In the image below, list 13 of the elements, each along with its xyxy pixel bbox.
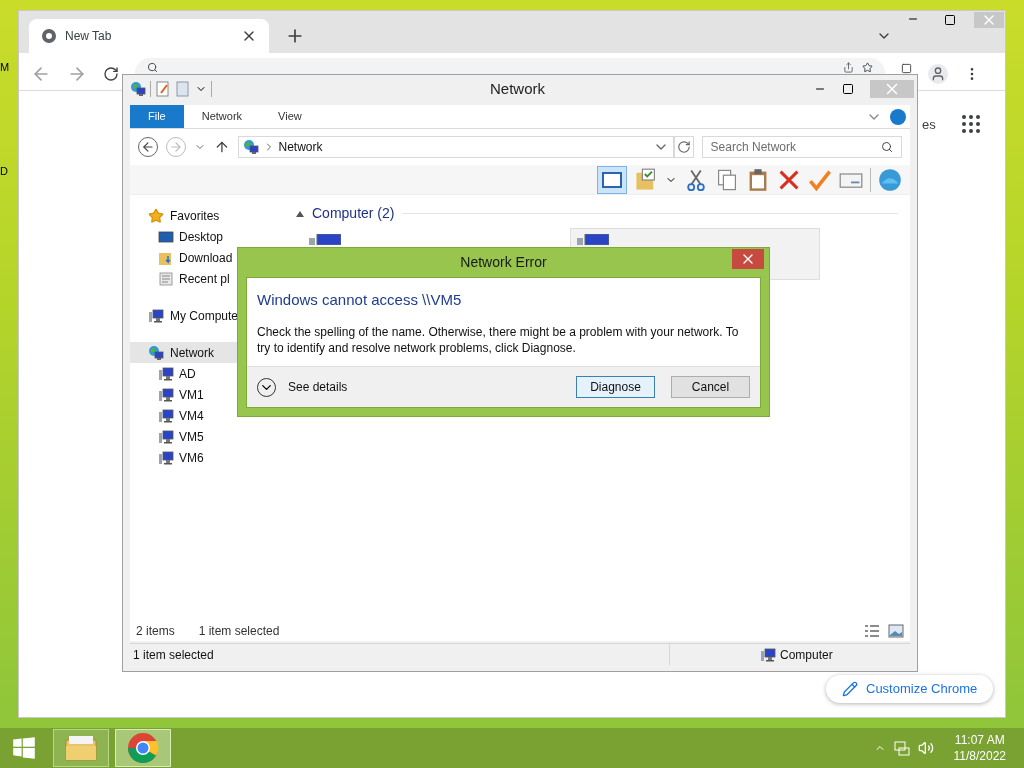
address-text: Network: [278, 139, 324, 156]
item-count: 2 items: [136, 623, 175, 640]
tab-title: New Tab: [65, 28, 113, 45]
dialog-heading: Windows cannot access \\VM5: [257, 290, 463, 310]
desktop-icon-label: M: [0, 60, 10, 75]
dialog-title: Network Error: [460, 253, 547, 272]
status-location: Computer: [780, 646, 833, 664]
desktop-icon-label: D: [0, 164, 8, 179]
status-text: 1 item selected: [132, 646, 215, 664]
shortcut-label: es: [922, 116, 936, 134]
selection-count: 1 item selected: [198, 623, 280, 640]
window-title: Network: [490, 78, 545, 99]
search-placeholder: Search Network: [710, 139, 797, 156]
